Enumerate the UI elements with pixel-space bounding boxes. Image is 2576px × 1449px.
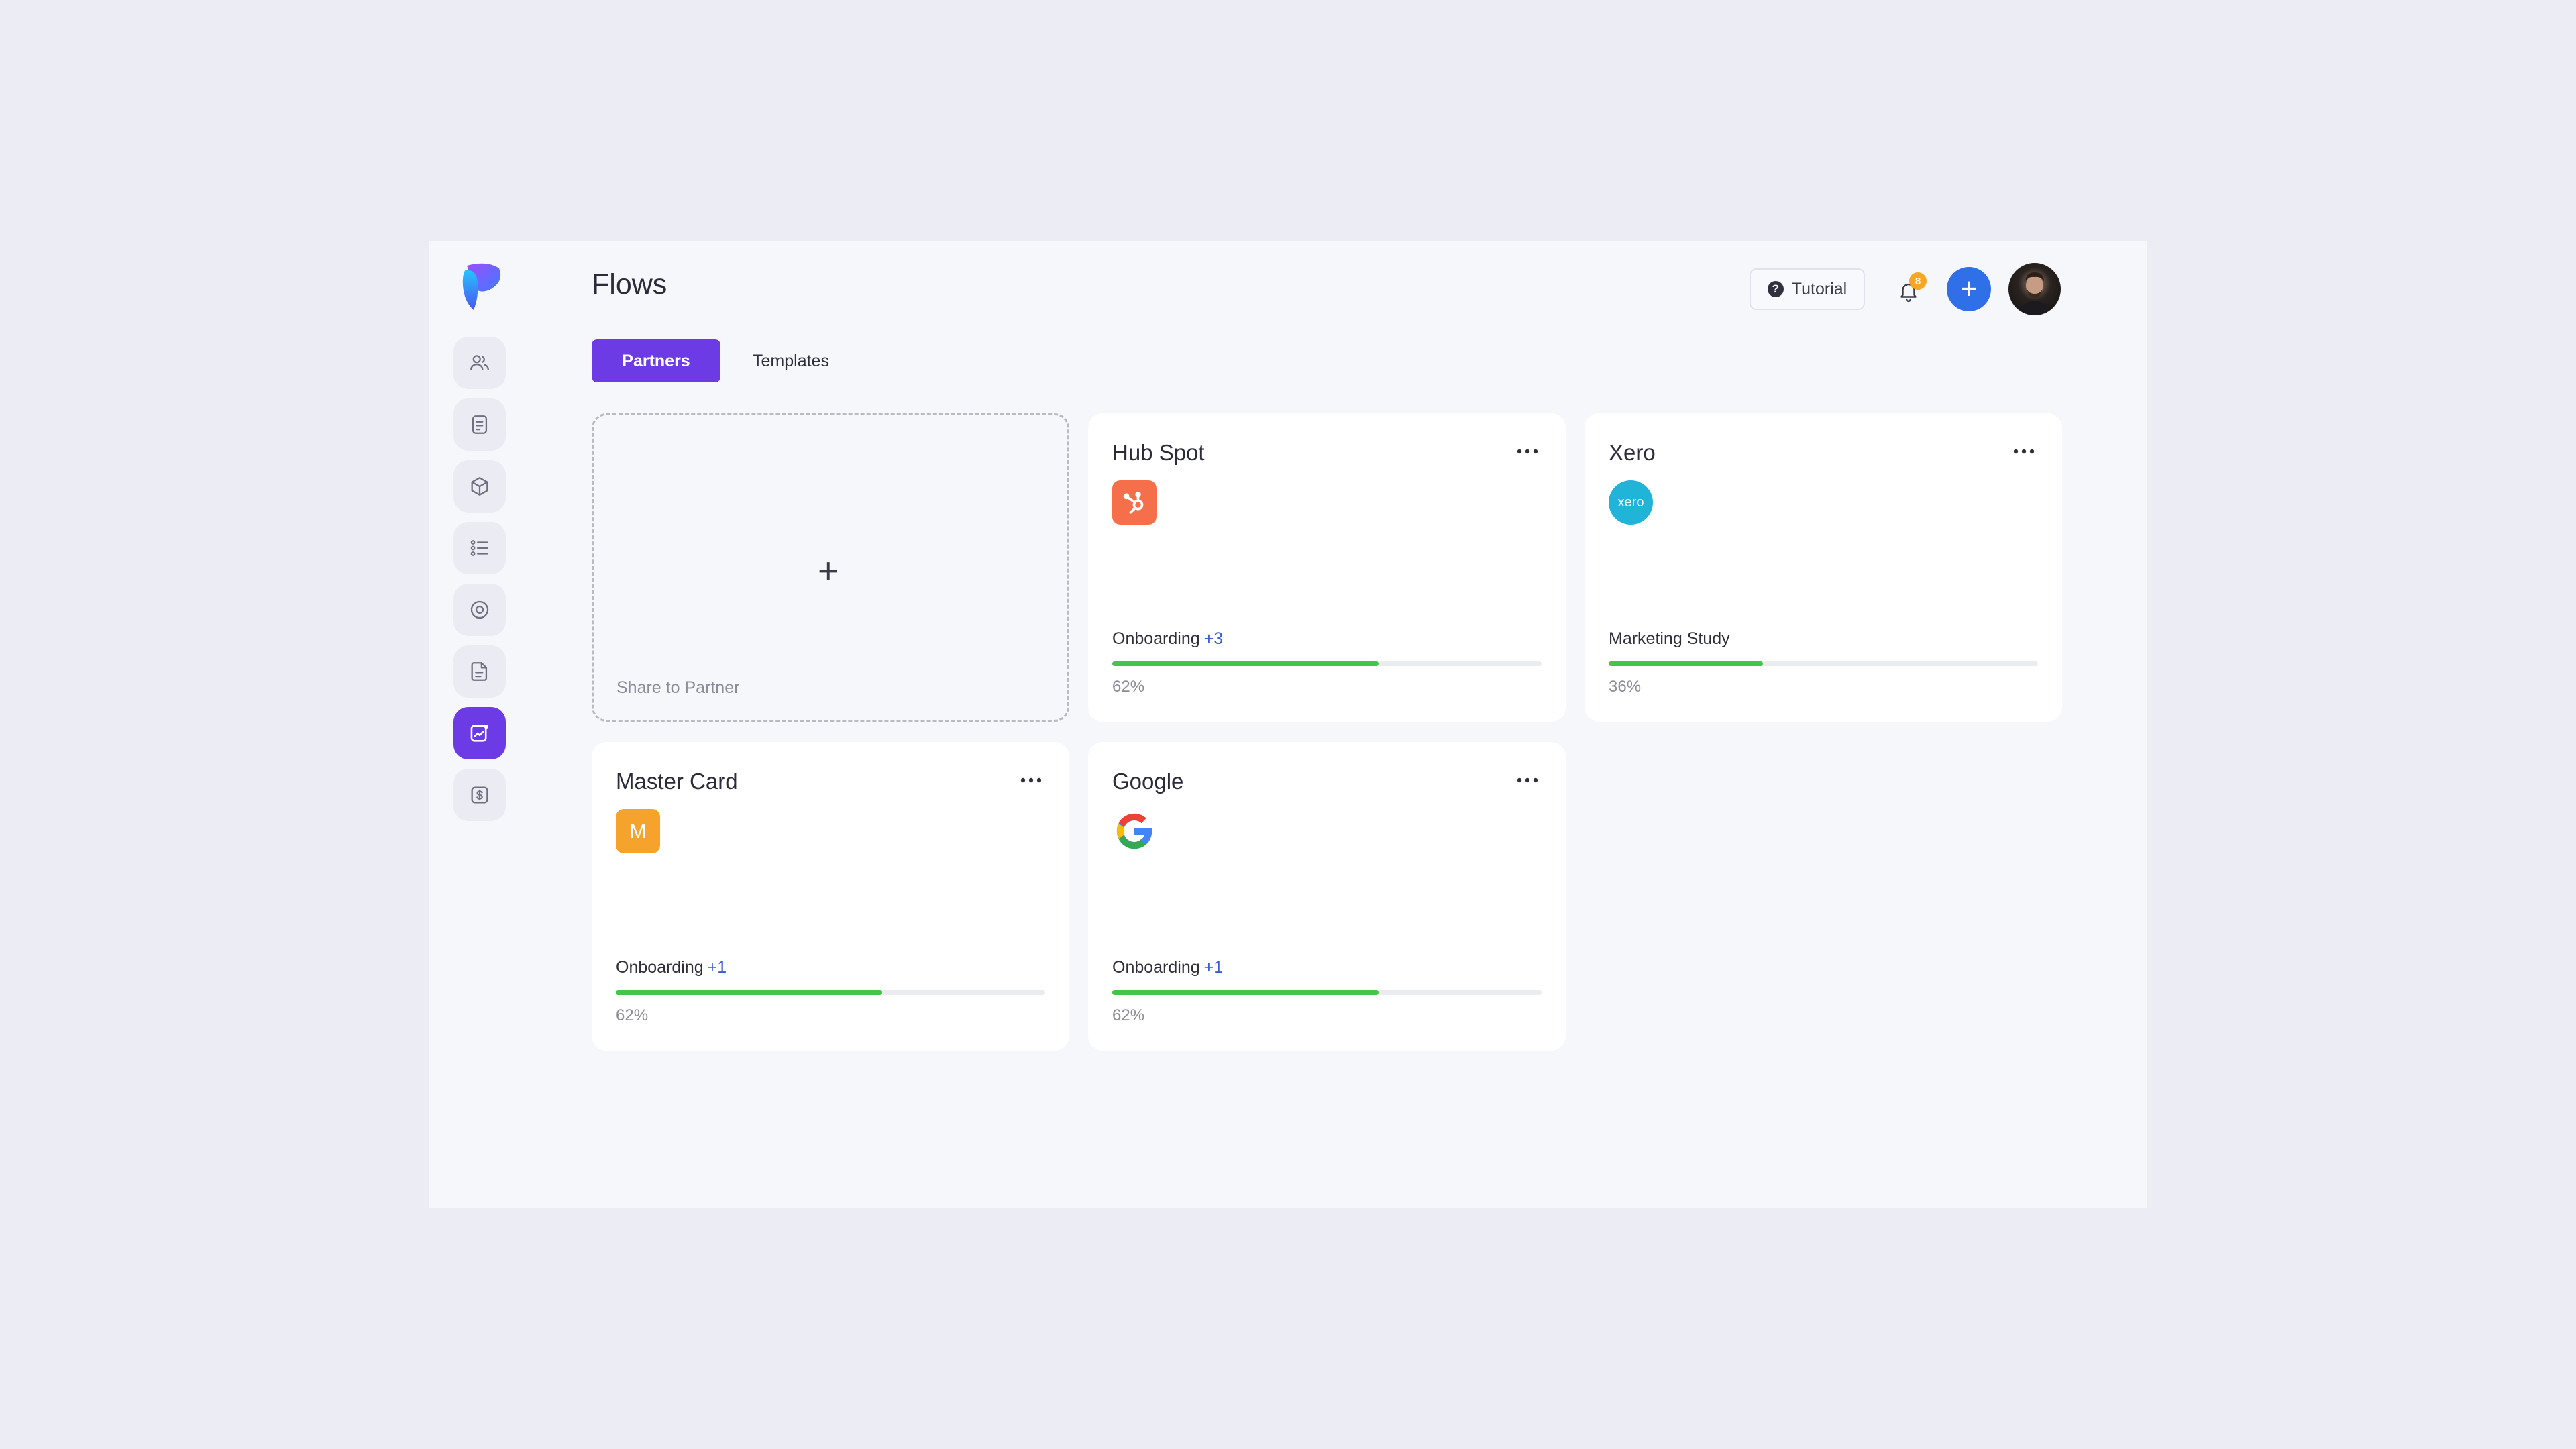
document-icon bbox=[472, 415, 488, 434]
sidebar-item-billing[interactable] bbox=[453, 769, 506, 821]
sidebar-item-documents[interactable] bbox=[453, 398, 506, 451]
more-options-icon[interactable] bbox=[1516, 448, 1539, 455]
users-icon bbox=[470, 355, 489, 371]
cube-icon bbox=[471, 477, 488, 496]
page-title: Flows bbox=[592, 268, 667, 301]
sidebar-item-goals[interactable] bbox=[453, 584, 506, 636]
file-icon bbox=[471, 662, 488, 681]
progress-fill bbox=[1112, 661, 1379, 666]
progress-fill bbox=[1609, 661, 1764, 666]
progress-percent: 62% bbox=[616, 1006, 649, 1024]
progress-bar bbox=[616, 990, 1045, 995]
progress-percent: 36% bbox=[1609, 678, 1642, 696]
card-status: Onboarding +1 bbox=[616, 958, 727, 977]
more-options-icon[interactable] bbox=[1020, 777, 1042, 784]
flow-card-google[interactable]: Google Onboarding +1 62% bbox=[1088, 742, 1566, 1051]
app-logo[interactable] bbox=[460, 262, 503, 313]
progress-bar bbox=[1112, 661, 1542, 666]
tab-partners[interactable]: Partners bbox=[592, 339, 720, 382]
app-window: Flows ? Tutorial 8 + Partners Templates … bbox=[429, 241, 2147, 1208]
progress-bar bbox=[1609, 661, 2038, 666]
progress-fill bbox=[616, 990, 882, 995]
card-status: Marketing Study bbox=[1609, 629, 1730, 648]
flow-card-xero[interactable]: Xero xero Marketing Study 36% bbox=[1585, 413, 2062, 722]
help-icon: ? bbox=[1767, 281, 1784, 297]
sidebar-item-lists[interactable] bbox=[453, 522, 506, 574]
card-title: Master Card bbox=[616, 769, 738, 794]
target-icon bbox=[470, 600, 489, 619]
list-icon bbox=[470, 540, 488, 556]
flow-card-mastercard[interactable]: Master Card M Onboarding +1 62% bbox=[592, 742, 1069, 1051]
progress-percent: 62% bbox=[1112, 1006, 1145, 1024]
more-options-icon[interactable] bbox=[1516, 777, 1539, 784]
xero-icon: xero bbox=[1609, 480, 1653, 525]
sidebar-item-products[interactable] bbox=[453, 460, 506, 513]
dollar-icon bbox=[471, 786, 488, 804]
sidebar-item-users[interactable] bbox=[453, 337, 506, 389]
card-title: Xero bbox=[1609, 440, 1656, 465]
add-button[interactable]: + bbox=[1947, 267, 1991, 311]
more-options-icon[interactable] bbox=[2012, 448, 2035, 455]
avatar[interactable] bbox=[2008, 263, 2061, 315]
google-icon bbox=[1112, 809, 1157, 853]
progress-fill bbox=[1112, 990, 1379, 995]
hubspot-icon bbox=[1112, 480, 1157, 525]
mastercard-icon: M bbox=[616, 809, 660, 853]
notifications-button[interactable]: 8 bbox=[1890, 271, 1928, 309]
flow-card-hubspot[interactable]: Hub Spot Onboarding +3 62% bbox=[1088, 413, 1566, 722]
progress-percent: 62% bbox=[1112, 678, 1145, 696]
card-title: Google bbox=[1112, 769, 1184, 794]
analytics-icon bbox=[470, 724, 489, 742]
share-to-partner-card[interactable]: + Share to Partner bbox=[592, 413, 1069, 722]
tutorial-button[interactable]: ? Tutorial bbox=[1750, 268, 1865, 310]
tab-templates[interactable]: Templates bbox=[741, 339, 841, 382]
card-status: Onboarding +1 bbox=[1112, 958, 1224, 977]
share-label: Share to Partner bbox=[616, 678, 740, 697]
notification-badge: 8 bbox=[1909, 272, 1927, 290]
plus-icon: + bbox=[818, 551, 839, 591]
progress-bar bbox=[1112, 990, 1542, 995]
sidebar-item-files[interactable] bbox=[453, 645, 506, 698]
tutorial-label: Tutorial bbox=[1791, 279, 1847, 299]
sidebar-item-flows[interactable] bbox=[453, 707, 506, 759]
card-title: Hub Spot bbox=[1112, 440, 1205, 465]
card-status: Onboarding +3 bbox=[1112, 629, 1224, 648]
